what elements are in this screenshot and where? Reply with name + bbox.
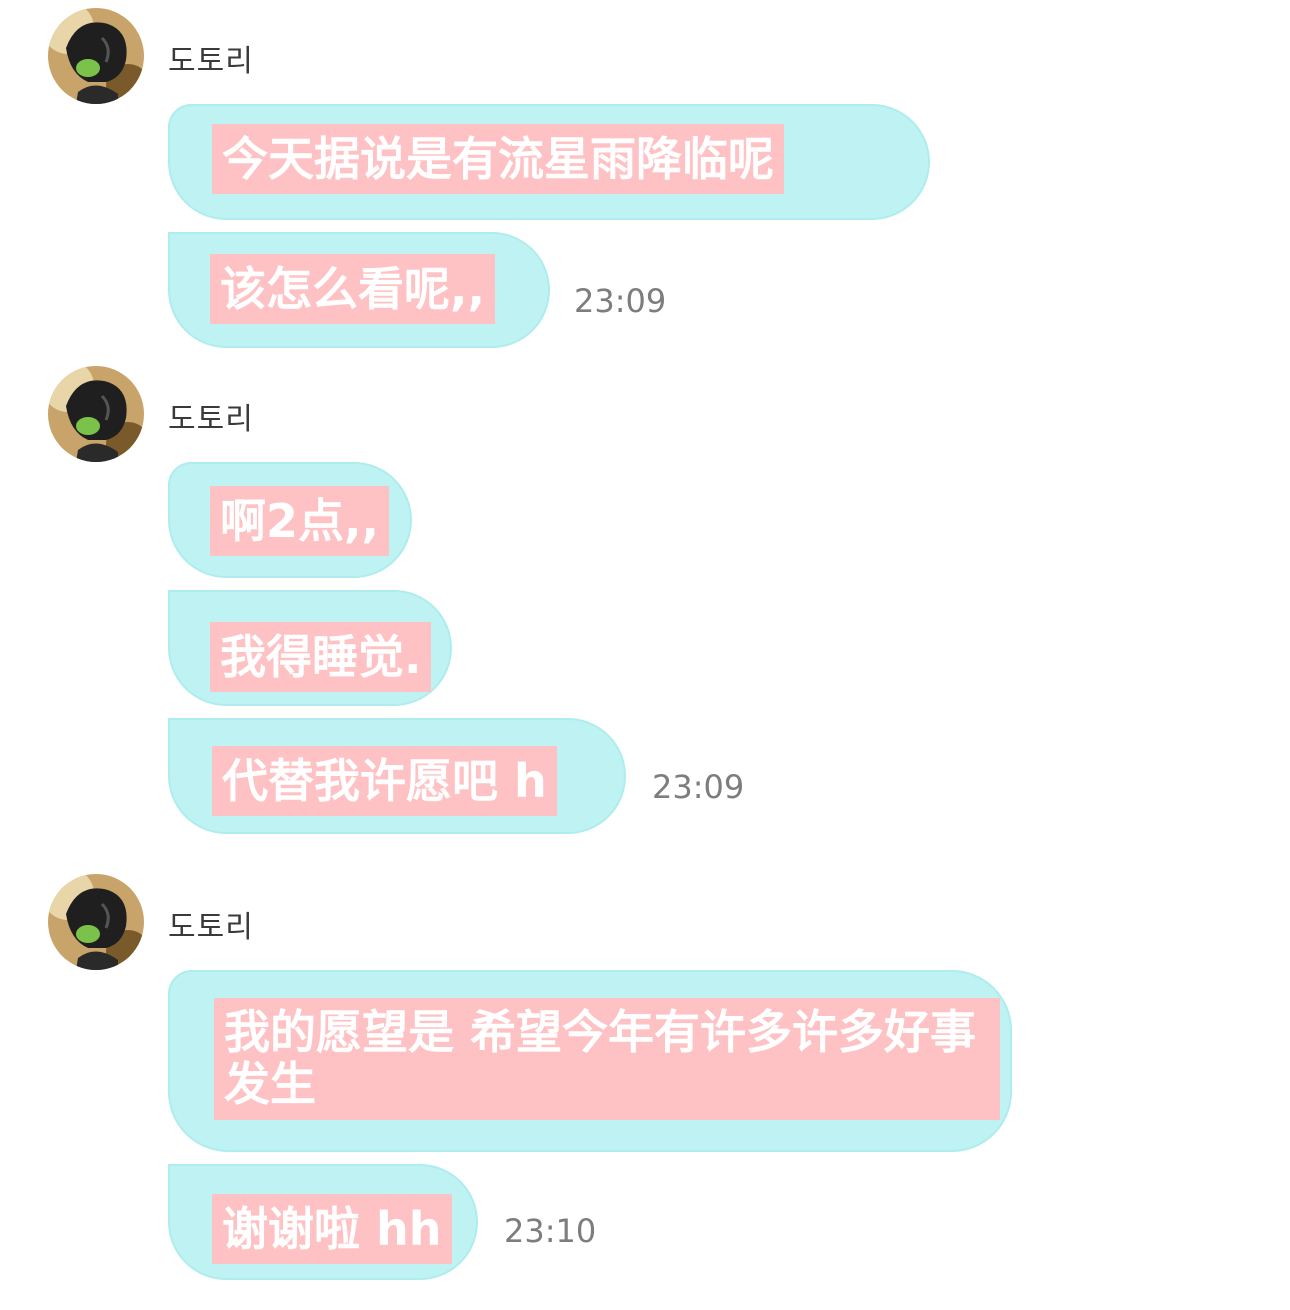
message-text: 代替我许愿吧 h [212, 746, 557, 816]
sender-name: 도토리 [168, 402, 254, 437]
message-text: 谢谢啦 hh [212, 1194, 452, 1264]
message-bubble[interactable]: 该怎么看呢,, [168, 232, 550, 348]
message-text: 啊2点,, [210, 486, 389, 556]
sender-name: 도토리 [168, 44, 254, 79]
message-bubble[interactable]: 今天据说是有流星雨降临呢 [168, 104, 930, 220]
profile-avatar-icon [48, 8, 144, 104]
message-bubble[interactable]: 代替我许愿吧 h [168, 718, 626, 834]
message-text: 我的愿望是 希望今年有许多许多好事发生 [214, 998, 1000, 1120]
message-bubble[interactable]: 我得睡觉. [168, 590, 452, 706]
message-text: 该怎么看呢,, [210, 254, 495, 324]
message-text: 今天据说是有流星雨降临呢 [212, 124, 784, 194]
sender-name: 도토리 [168, 910, 254, 945]
message-timestamp: 23:09 [652, 768, 745, 806]
message-timestamp: 23:10 [504, 1212, 597, 1250]
avatar[interactable] [48, 366, 144, 462]
message-bubble[interactable]: 啊2点,, [168, 462, 412, 578]
message-text: 我得睡觉. [210, 622, 432, 692]
avatar[interactable] [48, 874, 144, 970]
avatar[interactable] [48, 8, 144, 104]
message-bubble[interactable]: 我的愿望是 希望今年有许多许多好事发生 [168, 970, 1012, 1152]
message-timestamp: 23:09 [574, 282, 667, 320]
message-bubble[interactable]: 谢谢啦 hh [168, 1164, 478, 1280]
profile-avatar-icon [48, 874, 144, 970]
profile-avatar-icon [48, 366, 144, 462]
